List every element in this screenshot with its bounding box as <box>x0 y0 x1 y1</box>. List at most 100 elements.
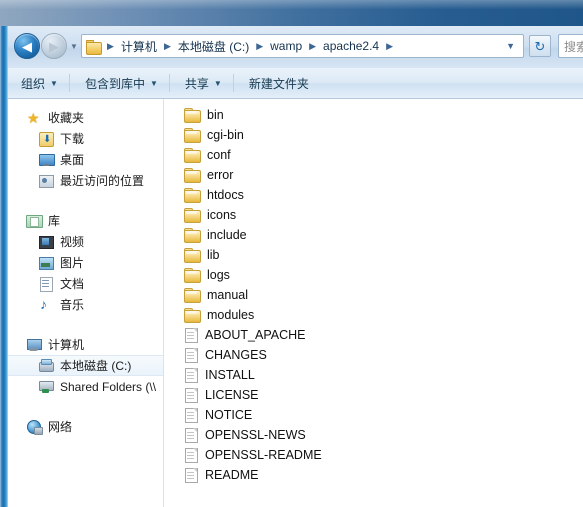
breadcrumb-separator-1[interactable]: ▶ <box>160 41 175 52</box>
document-icon <box>38 276 54 292</box>
toolbar-separator <box>68 74 70 92</box>
chevron-down-icon: ▼ <box>50 78 58 88</box>
list-item[interactable]: htdocs <box>164 185 583 205</box>
list-item[interactable]: lib <box>164 245 583 265</box>
list-item[interactable]: NOTICE <box>164 405 583 425</box>
sidebar-item-recent-places[interactable]: 最近访问的位置 <box>8 170 163 191</box>
sidebar-item-downloads[interactable]: ⬇ 下载 <box>8 128 163 149</box>
chevron-down-icon: ▼ <box>149 78 158 88</box>
list-item[interactable]: INSTALL <box>164 365 583 385</box>
folder-icon <box>184 148 201 163</box>
command-toolbar: 组织 ▼ 包含到库中 ▼ 共享 ▼ 新建文件夹 <box>8 68 583 99</box>
sidebar-item-libraries[interactable]: 库 <box>8 210 163 231</box>
sidebar-item-downloads-label: 下载 <box>60 132 85 146</box>
file-icon <box>184 367 198 383</box>
list-item[interactable]: ABOUT_APACHE <box>164 325 583 345</box>
sidebar-item-favorites-label: 收藏夹 <box>48 111 85 125</box>
list-item-label: README <box>205 468 259 482</box>
sidebar-item-network[interactable]: 网络 <box>8 416 163 437</box>
folder-icon <box>184 188 201 203</box>
sidebar-item-music-label: 音乐 <box>60 298 85 312</box>
toolbar-new-folder-button[interactable]: 新建文件夹 <box>240 71 318 96</box>
sidebar-item-desktop-label: 桌面 <box>60 153 85 167</box>
list-item-label: icons <box>207 208 237 222</box>
folder-icon <box>184 168 201 183</box>
list-item[interactable]: error <box>164 165 583 185</box>
list-item-label: logs <box>207 268 230 282</box>
list-item[interactable]: README <box>164 465 583 485</box>
toolbar-organize-button[interactable]: 组织 ▼ <box>12 71 67 96</box>
address-bar: ◀ ▶ ▼ ▶ 计算机 ▶ 本地磁盘 (C:) ▶ wamp ▶ apache2… <box>8 26 583 68</box>
navigation-pane: ★ 收藏夹 ⬇ 下载 桌面 最近访问的位置 库 视频 图片 文档 ♪ 音乐 计算… <box>8 99 164 507</box>
file-icon <box>184 327 198 343</box>
list-item[interactable]: manual <box>164 285 583 305</box>
sidebar-item-network-label: 网络 <box>48 420 73 434</box>
refresh-button[interactable]: ↻ <box>529 35 551 57</box>
toolbar-organize-label: 组织 <box>21 76 46 91</box>
list-item[interactable]: CHANGES <box>164 345 583 365</box>
breadcrumb-item-computer[interactable]: 计算机 <box>118 37 160 56</box>
recent-pages-caret-icon[interactable]: ▼ <box>70 42 78 51</box>
breadcrumb-item-local-disk[interactable]: 本地磁盘 (C:) <box>175 37 252 56</box>
forward-arrow-icon: ▶ <box>49 38 59 54</box>
chevron-down-icon[interactable]: ▼ <box>506 41 523 51</box>
list-item-label: NOTICE <box>205 408 253 422</box>
breadcrumb-item-wamp[interactable]: wamp <box>267 38 305 54</box>
star-icon: ★ <box>27 109 40 126</box>
sidebar-item-shared-folders-label: Shared Folders (\\ <box>60 379 157 394</box>
list-item[interactable]: OPENSSL-NEWS <box>164 425 583 445</box>
refresh-icon: ↻ <box>534 38 546 54</box>
list-item[interactable]: logs <box>164 265 583 285</box>
folder-icon <box>184 268 201 283</box>
breadcrumb-separator-0: ▶ <box>107 40 114 51</box>
sidebar-item-shared-folders[interactable]: Shared Folders (\\ <box>8 376 163 397</box>
breadcrumb-separator-3[interactable]: ▶ <box>305 41 320 52</box>
list-item[interactable]: modules <box>164 305 583 325</box>
sidebar-item-music[interactable]: ♪ 音乐 <box>8 294 163 315</box>
list-item-label: ABOUT_APACHE <box>205 328 306 342</box>
sidebar-item-documents[interactable]: 文档 <box>8 273 163 294</box>
list-item-label: INSTALL <box>205 368 255 382</box>
sidebar-item-libraries-label: 库 <box>48 214 61 228</box>
sidebar-item-local-disk-c[interactable]: 本地磁盘 (C:) <box>8 355 163 376</box>
list-item[interactable]: include <box>164 225 583 245</box>
forward-button[interactable]: ▶ <box>41 33 67 59</box>
sidebar-item-desktop[interactable]: 桌面 <box>8 149 163 170</box>
folder-icon <box>184 288 201 303</box>
list-item-label: htdocs <box>207 188 244 202</box>
list-item[interactable]: bin <box>164 105 583 125</box>
computer-icon <box>26 337 42 353</box>
file-icon <box>184 387 198 403</box>
list-item-label: lib <box>207 248 220 262</box>
list-item[interactable]: LICENSE <box>164 385 583 405</box>
search-box[interactable]: 搜索 <box>558 34 583 58</box>
toolbar-share-button[interactable]: 共享 ▼ <box>176 71 231 96</box>
breadcrumb[interactable]: ▶ 计算机 ▶ 本地磁盘 (C:) ▶ wamp ▶ apache2.4 ▶ ▼ <box>81 34 524 58</box>
list-item-label: manual <box>207 288 248 302</box>
toolbar-include-in-library-button[interactable]: 包含到库中 ▼ <box>76 71 167 96</box>
list-item-label: bin <box>207 108 224 122</box>
list-item[interactable]: icons <box>164 205 583 225</box>
file-icon <box>184 467 198 483</box>
sidebar-item-pictures[interactable]: 图片 <box>8 252 163 273</box>
back-button[interactable]: ◀ <box>14 33 40 59</box>
chevron-down-icon: ▼ <box>213 78 222 88</box>
sidebar-item-computer[interactable]: 计算机 <box>8 334 163 355</box>
folder-icon <box>184 248 201 263</box>
sidebar-item-videos[interactable]: 视频 <box>8 231 163 252</box>
breadcrumb-separator-2[interactable]: ▶ <box>252 41 267 52</box>
folder-icon <box>86 39 102 55</box>
sidebar-item-favorites[interactable]: ★ 收藏夹 <box>8 107 163 128</box>
folder-icon <box>184 228 201 243</box>
network-icon <box>26 419 43 435</box>
list-item[interactable]: OPENSSL-README <box>164 445 583 465</box>
list-item[interactable]: cgi-bin <box>164 125 583 145</box>
breadcrumb-separator-4[interactable]: ▶ <box>382 41 397 52</box>
breadcrumb-item-apache24[interactable]: apache2.4 <box>320 38 382 54</box>
sidebar-item-computer-label: 计算机 <box>48 338 85 352</box>
list-item-label: cgi-bin <box>207 128 244 142</box>
list-item[interactable]: conf <box>164 145 583 165</box>
folder-icon <box>184 128 201 143</box>
